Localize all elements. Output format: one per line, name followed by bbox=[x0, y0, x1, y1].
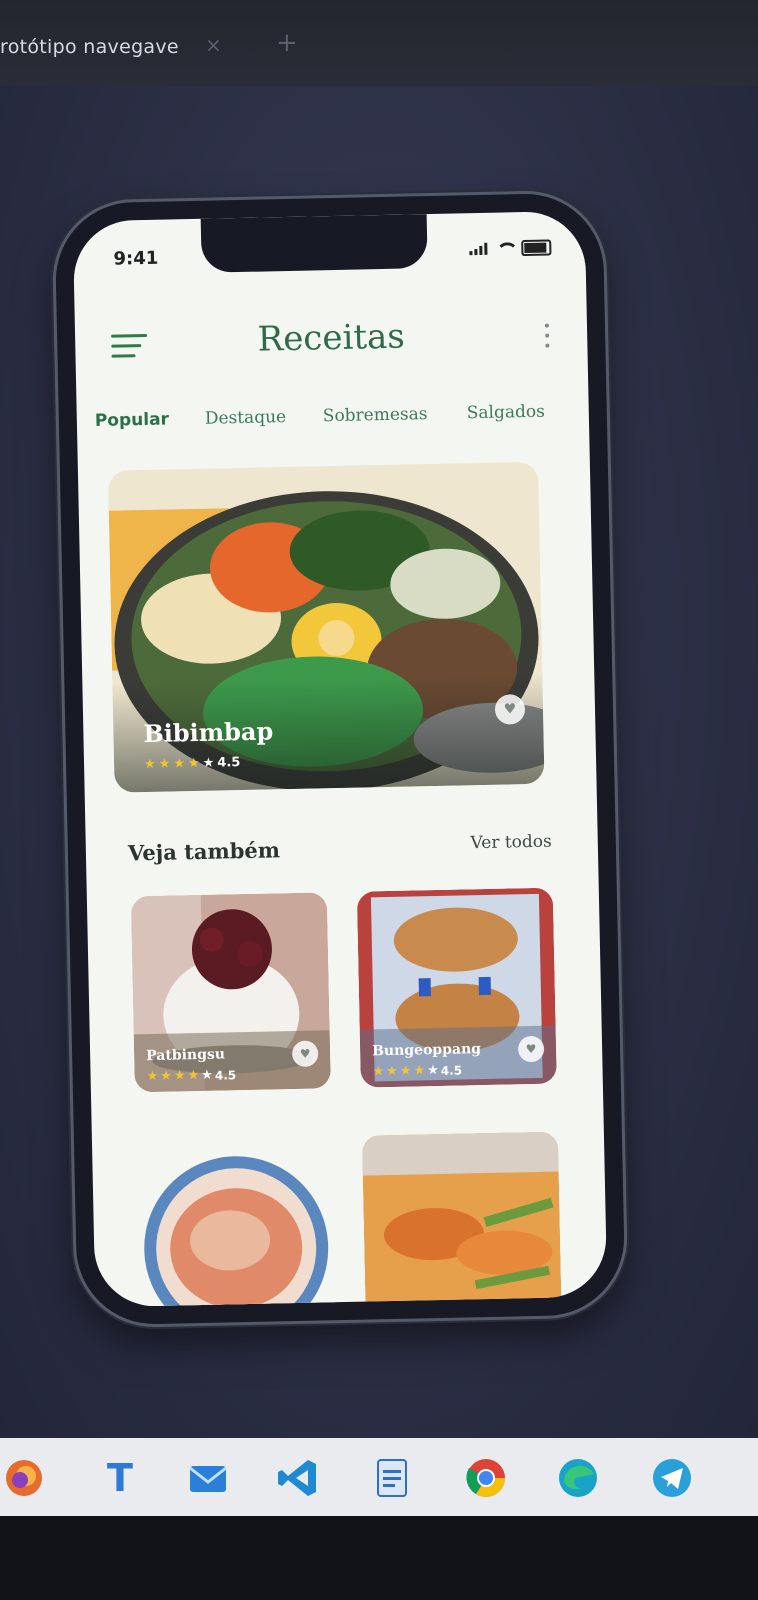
app-header: Receitas bbox=[75, 301, 588, 382]
page-title: Receitas bbox=[257, 316, 406, 360]
browser-tab-strip: rotótipo navegave × + bbox=[0, 0, 758, 86]
tab-popular[interactable]: Popular bbox=[95, 410, 169, 432]
card-rating: ★ ★ ★ ★ ★ 4.5 bbox=[146, 1067, 236, 1084]
featured-recipe-name: Bibimbap bbox=[143, 716, 274, 749]
see-all-link[interactable]: Ver todos bbox=[470, 832, 552, 854]
featured-recipe-card[interactable]: Bibimbap ★ ★ ★ ★ ★ 4.5 ♥ bbox=[107, 461, 545, 793]
card-name: Bungeoppang bbox=[371, 1041, 482, 1060]
card-name: Patbingsu bbox=[146, 1046, 226, 1065]
star-icon: ★ bbox=[372, 1064, 385, 1080]
new-tab-icon[interactable]: + bbox=[276, 28, 298, 58]
star-icon: ★ bbox=[160, 1068, 173, 1084]
tab-sobremesas[interactable]: Sobremesas bbox=[323, 404, 428, 426]
firefox-icon[interactable] bbox=[2, 1456, 46, 1500]
status-icons bbox=[469, 239, 552, 257]
recipe-card-3[interactable] bbox=[136, 1146, 337, 1308]
recipe-card-4[interactable] bbox=[361, 1131, 562, 1308]
wifi-icon bbox=[495, 242, 513, 254]
chrome-icon[interactable] bbox=[464, 1456, 508, 1500]
star-icon: ★ bbox=[173, 1068, 186, 1084]
signal-icon bbox=[469, 242, 488, 256]
star-icon: ★ bbox=[202, 755, 215, 771]
category-tabs: Popular Destaque Sobremesas Salgados bbox=[95, 401, 596, 451]
star-icon: ★ bbox=[427, 1063, 439, 1079]
document-icon[interactable] bbox=[370, 1456, 414, 1500]
rating-value: 4.5 bbox=[217, 755, 241, 771]
rating-value: 4.5 bbox=[214, 1067, 237, 1083]
star-icon: ★ bbox=[201, 1067, 214, 1083]
star-icon: ★ bbox=[187, 1068, 200, 1084]
star-icon: ★ bbox=[399, 1063, 412, 1079]
star-icon: ★ bbox=[173, 756, 186, 772]
battery-icon bbox=[521, 239, 552, 257]
tab-salgados[interactable]: Salgados bbox=[467, 402, 545, 424]
tab-destaque[interactable]: Destaque bbox=[205, 407, 287, 429]
star-icon: ★ bbox=[413, 1063, 426, 1079]
star-icon: ★ bbox=[386, 1063, 399, 1080]
kimchi-photo bbox=[136, 1146, 337, 1308]
star-icon: ★ bbox=[158, 756, 171, 772]
section-title: Veja também bbox=[127, 837, 281, 866]
star-icon: ★ bbox=[187, 755, 200, 772]
vscode-icon[interactable] bbox=[276, 1456, 320, 1500]
star-icon: ★ bbox=[143, 756, 156, 773]
card-rating: ★ ★ ★ ★ ★ 4.5 bbox=[372, 1063, 463, 1080]
star-icon: ★ bbox=[146, 1068, 159, 1085]
recipe-card-patbingsu[interactable]: Patbingsu ★ ★ ★ ★ ★ 4.5 ♥ bbox=[130, 892, 331, 1093]
close-tab-icon[interactable]: × bbox=[205, 33, 222, 57]
edge-icon[interactable] bbox=[556, 1456, 600, 1500]
mail-icon[interactable] bbox=[186, 1456, 230, 1500]
monitor-bezel bbox=[0, 1516, 758, 1600]
phone-screen: 9:41 Receitas Popular Destaque Sobremesa… bbox=[72, 210, 608, 1308]
status-time: 9:41 bbox=[113, 247, 159, 270]
telegram-icon[interactable] bbox=[650, 1456, 694, 1500]
os-taskbar: T bbox=[0, 1438, 758, 1516]
phone-frame: 9:41 Receitas Popular Destaque Sobremesa… bbox=[54, 192, 626, 1326]
featured-recipe-rating: ★ ★ ★ ★ ★ 4.5 bbox=[144, 755, 241, 772]
typora-icon[interactable]: T bbox=[98, 1456, 142, 1500]
recipe-card-bungeoppang[interactable]: Bungeoppang ★ ★ ★ ★ ★ 4.5 ♥ bbox=[356, 887, 557, 1088]
more-options-icon[interactable] bbox=[543, 323, 552, 353]
tteokbokki-photo bbox=[361, 1131, 562, 1308]
browser-tab-title[interactable]: rotótipo navegave bbox=[0, 36, 179, 58]
rating-value: 4.5 bbox=[440, 1063, 463, 1078]
phone-notch bbox=[200, 214, 428, 273]
